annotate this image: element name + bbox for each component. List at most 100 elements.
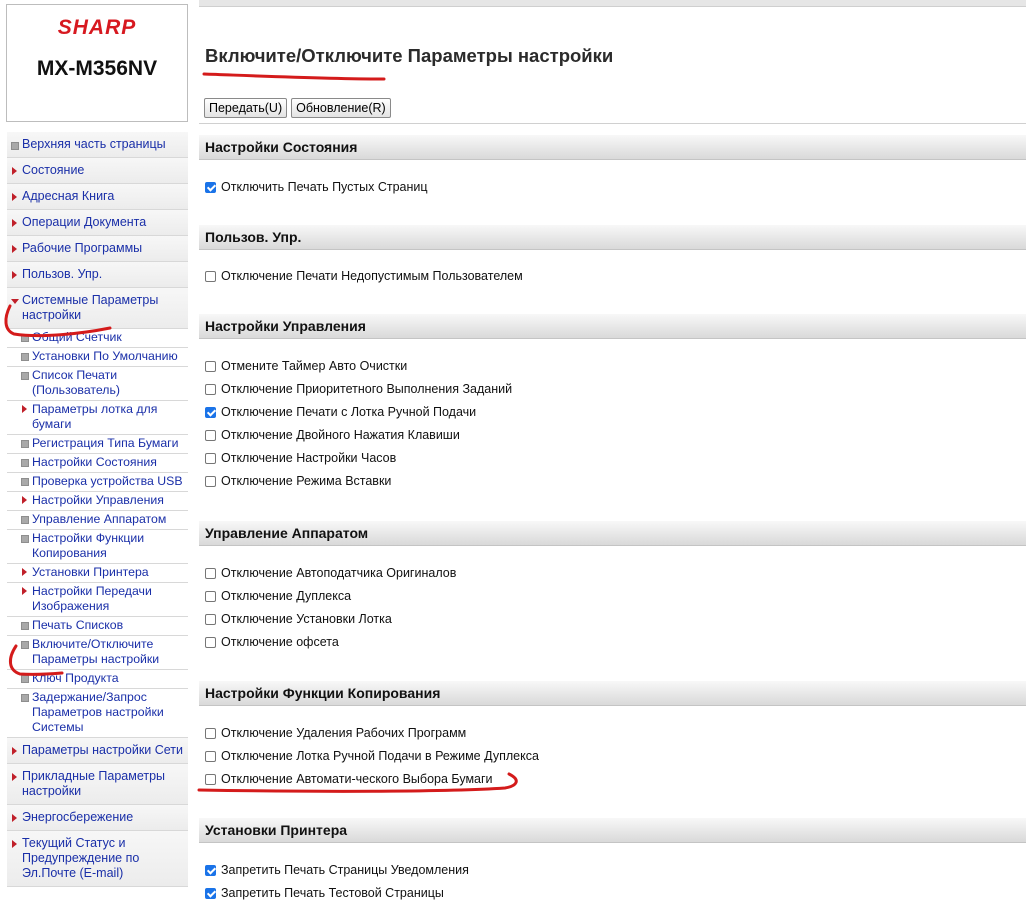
section-header: Пользов. Упр. — [199, 225, 1026, 250]
checkbox[interactable] — [205, 270, 216, 282]
checkbox[interactable] — [205, 406, 216, 418]
checkbox-row[interactable]: Запретить Печать Тестовой Страницы — [205, 884, 444, 902]
sidebar-item[interactable]: Параметры настройки Сети — [7, 738, 188, 764]
checkbox[interactable] — [205, 773, 216, 785]
sidebar-item-label: Настройки Передачи Изображения — [32, 584, 152, 613]
section-header: Настройки Состояния — [199, 135, 1026, 160]
checkbox-row[interactable]: Отключение Печати Недопустимым Пользоват… — [205, 267, 523, 285]
sidebar-item[interactable]: Печать Списков — [7, 617, 188, 636]
checkbox-row[interactable]: Отключение Приоритетного Выполнения Зада… — [205, 380, 512, 398]
checkbox[interactable] — [205, 887, 216, 899]
sidebar-item[interactable]: Установки По Умолчанию — [7, 348, 188, 367]
sidebar-item[interactable]: Системные Параметры настройки — [7, 288, 188, 329]
checkbox-label: Отключение Лотка Ручной Подачи в Режиме … — [221, 749, 539, 763]
sidebar-item[interactable]: Настройки Управления — [7, 492, 188, 511]
checkbox[interactable] — [205, 727, 216, 739]
sidebar-item-label: Проверка устройства USB — [32, 474, 183, 488]
sidebar-item[interactable]: Управление Аппаратом — [7, 511, 188, 530]
checkbox-row[interactable]: Отключение Режима Вставки — [205, 472, 391, 490]
sidebar-item[interactable]: Параметры лотка для бумаги — [7, 401, 188, 435]
bullet-square-icon — [21, 372, 29, 380]
sidebar-item-label: Ключ Продукта — [32, 671, 119, 685]
checkbox-label: Отключение Автоподатчика Оригиналов — [221, 566, 457, 580]
sidebar-item[interactable]: Рабочие Программы — [7, 236, 188, 262]
sidebar-item[interactable]: Включите/Отключите Параметры настройки — [7, 636, 188, 670]
sidebar-item-label: Операции Документа — [22, 215, 147, 229]
checkbox-label: Отключение Двойного Нажатия Клавиши — [221, 428, 460, 442]
checkbox[interactable] — [205, 181, 216, 193]
bullet-square-icon — [21, 440, 29, 448]
update-button[interactable]: Обновление(R) — [291, 98, 391, 118]
collapsed-arrow-icon — [12, 814, 17, 822]
checkbox-row[interactable]: Отключение Лотка Ручной Подачи в Режиме … — [205, 747, 539, 765]
checkbox-row[interactable]: Отключение Установки Лотка — [205, 610, 392, 628]
sidebar-item[interactable]: Общий Счетчик — [7, 329, 188, 348]
settings-section: Настройки Управления Отмените Таймер Авто… — [199, 314, 1026, 488]
sidebar-item-label: Настройки Состояния — [32, 455, 157, 469]
bullet-square-icon — [21, 353, 29, 361]
sidebar-item[interactable]: Настройки Состояния — [7, 454, 188, 473]
checkbox[interactable] — [205, 429, 216, 441]
sidebar-item[interactable]: Операции Документа — [7, 210, 188, 236]
sidebar-item[interactable]: Регистрация Типа Бумаги — [7, 435, 188, 454]
sidebar-item-label: Регистрация Типа Бумаги — [32, 436, 179, 450]
model-name: MX-M356NV — [36, 57, 158, 80]
sidebar-item-label: Текущий Статус и Предупреждение по Эл.По… — [22, 836, 140, 880]
checkbox-row[interactable]: Отключение Удаления Рабочих Программ — [205, 724, 466, 742]
checkbox-row[interactable]: Отключение офсета — [205, 633, 339, 651]
checkbox-label: Отмените Таймер Авто Очистки — [221, 359, 408, 373]
sidebar-item[interactable]: Ключ Продукта — [7, 670, 188, 689]
sidebar-item[interactable]: Установки Принтера — [7, 564, 188, 583]
sidebar-item[interactable]: Настройки Функции Копирования — [7, 530, 188, 564]
sidebar-item[interactable]: Состояние — [7, 158, 188, 184]
sidebar-item[interactable]: Прикладные Параметры настройки — [7, 764, 188, 805]
checkbox[interactable] — [205, 750, 216, 762]
checkbox-row[interactable]: Отключить Печать Пустых Страниц — [205, 178, 428, 196]
checkbox-label: Отключить Печать Пустых Страниц — [221, 180, 428, 194]
checkbox-label: Отключение Удаления Рабочих Программ — [221, 726, 467, 740]
checkbox-row[interactable]: Отключение Настройки Часов — [205, 449, 396, 467]
sidebar-item[interactable]: Энергосбережение — [7, 805, 188, 831]
page-title: Включите/Отключите Параметры настройки — [205, 45, 614, 66]
sidebar-item[interactable]: Список Печати (Пользователь) — [7, 367, 188, 401]
collapsed-arrow-icon — [22, 568, 27, 576]
sidebar-item[interactable]: Задержание/Запрос Параметров настройки С… — [7, 689, 188, 738]
sidebar-item-label: Пользов. Упр. — [22, 267, 103, 281]
bullet-square-icon — [21, 694, 29, 702]
bullet-square-icon — [21, 516, 29, 524]
collapsed-arrow-icon — [12, 840, 17, 848]
checkbox[interactable] — [205, 636, 216, 648]
sidebar-item[interactable]: Текущий Статус и Предупреждение по Эл.По… — [7, 831, 188, 887]
checkbox[interactable] — [205, 567, 216, 579]
sidebar-item-label: Энергосбережение — [22, 810, 134, 824]
bullet-square-icon — [11, 142, 19, 150]
checkbox[interactable] — [205, 475, 216, 487]
checkbox[interactable] — [205, 613, 216, 625]
sidebar-item-label: Параметры настройки Сети — [22, 743, 184, 757]
checkbox[interactable] — [205, 590, 216, 602]
bullet-square-icon — [21, 478, 29, 486]
checkbox-row[interactable]: Отключение Печати с Лотка Ручной Подачи — [205, 403, 476, 421]
submit-button[interactable]: Передать(U) — [204, 98, 288, 118]
logo-box: SHARP MX-M356NV — [6, 4, 188, 122]
collapsed-arrow-icon — [12, 271, 17, 279]
bullet-square-icon — [21, 641, 29, 649]
checkbox-row[interactable]: Отключение Двойного Нажатия Клавиши — [205, 426, 460, 444]
sidebar-item[interactable]: Проверка устройства USB — [7, 473, 188, 492]
sidebar-item[interactable]: Пользов. Упр. — [7, 262, 188, 288]
checkbox[interactable] — [205, 864, 216, 876]
checkbox-label: Отключение офсета — [221, 635, 339, 649]
sidebar-nav: Верхняя часть страницы Состояние Адресная … — [7, 132, 188, 887]
checkbox-row[interactable]: Запретить Печать Страницы Уведомления — [205, 861, 469, 879]
sidebar-item[interactable]: Верхняя часть страницы — [7, 132, 188, 158]
sidebar-item[interactable]: Адресная Книга — [7, 184, 188, 210]
checkbox[interactable] — [205, 383, 216, 395]
sidebar-item[interactable]: Настройки Передачи Изображения — [7, 583, 188, 617]
checkbox[interactable] — [205, 452, 216, 464]
checkbox-row[interactable]: Отключение Автоподатчика Оригиналов — [205, 564, 456, 582]
checkbox-label: Запретить Печать Тестовой Страницы — [221, 886, 444, 900]
checkbox-row[interactable]: Отключение Автомати-ческого Выбора Бумаг… — [205, 770, 493, 788]
checkbox-row[interactable]: Отключение Дуплекса — [205, 587, 351, 605]
checkbox-row[interactable]: Отмените Таймер Авто Очистки — [205, 357, 407, 375]
checkbox[interactable] — [205, 360, 216, 372]
